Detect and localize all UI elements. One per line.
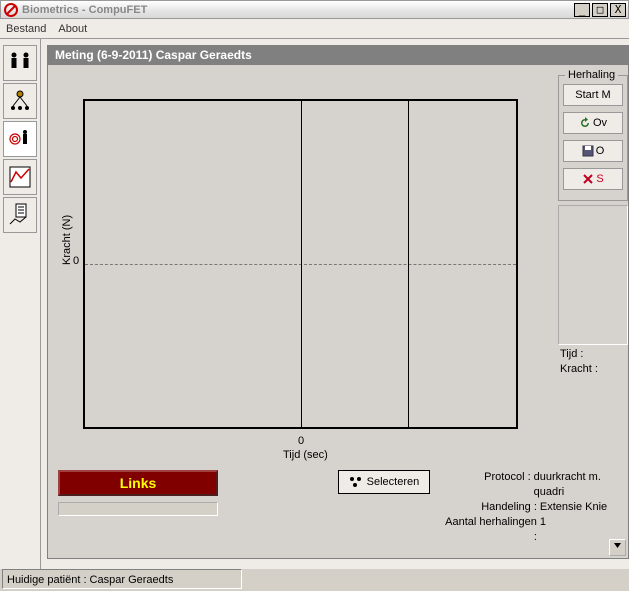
title-bar: Biometrics - CompuFET _ □ X: [0, 0, 629, 19]
herhaling-list[interactable]: [558, 205, 628, 345]
minimize-button[interactable]: _: [574, 3, 590, 17]
x-tick-0: 0: [298, 435, 304, 447]
app-icon: [3, 2, 19, 18]
sidebar-measure-button[interactable]: [3, 121, 37, 157]
sidebar-report-button[interactable]: [3, 197, 37, 233]
x-icon: [582, 173, 594, 185]
sidebar-patients-button[interactable]: [3, 45, 37, 81]
menu-bar: Bestand About: [0, 19, 629, 39]
save-icon: [582, 145, 594, 157]
status-bar: Huidige patiënt : Caspar Geraedts: [2, 569, 242, 589]
select-icon: [349, 476, 363, 488]
tijd-label: Tijd :: [560, 347, 628, 362]
progress-bar: [58, 502, 218, 516]
chart-plot-area: [83, 99, 518, 429]
start-meting-button[interactable]: Start M: [563, 84, 623, 106]
refresh-icon: [579, 117, 591, 129]
sidebar-graph-button[interactable]: [3, 159, 37, 195]
y-axis-label: Kracht (N): [61, 215, 73, 265]
sidebar-protocol-button[interactable]: [3, 83, 37, 119]
window-title: Biometrics - CompuFET: [22, 4, 574, 16]
close-button[interactable]: X: [610, 3, 626, 17]
y-tick-0: 0: [73, 255, 79, 267]
aantal-value: 1: [540, 515, 546, 545]
menu-bestand[interactable]: Bestand: [6, 23, 46, 35]
aantal-label: Aantal herhalingen :: [440, 515, 540, 545]
kracht-label: Kracht :: [560, 362, 628, 377]
menu-about[interactable]: About: [58, 23, 87, 35]
stop-button[interactable]: S: [563, 168, 623, 190]
protocol-value: duurkracht m. quadri: [534, 470, 628, 500]
opslaan-button[interactable]: O: [563, 140, 623, 162]
overnieuw-button[interactable]: Ov: [563, 112, 623, 134]
sidebar: [0, 39, 41, 569]
panel-title: Meting (6-9-2011) Caspar Geraedts: [47, 45, 629, 65]
chevron-down-icon: [613, 541, 622, 550]
x-axis-label: Tijd (sec): [283, 449, 328, 461]
scroll-down-button[interactable]: [609, 539, 626, 556]
handeling-label: Handeling :: [440, 500, 540, 515]
handeling-value: Extensie Knie: [540, 500, 607, 515]
selecteren-button[interactable]: Selecteren: [338, 470, 430, 494]
herhaling-group: Herhaling Start M Ov O S: [558, 75, 628, 201]
protocol-label: Protocol :: [440, 470, 534, 500]
herhaling-legend: Herhaling: [565, 69, 618, 81]
links-button[interactable]: Links: [58, 470, 218, 496]
panel-body: Kracht (N) 0 0 Tijd (sec) Herhaling Star…: [47, 65, 629, 559]
maximize-button[interactable]: □: [592, 3, 608, 17]
